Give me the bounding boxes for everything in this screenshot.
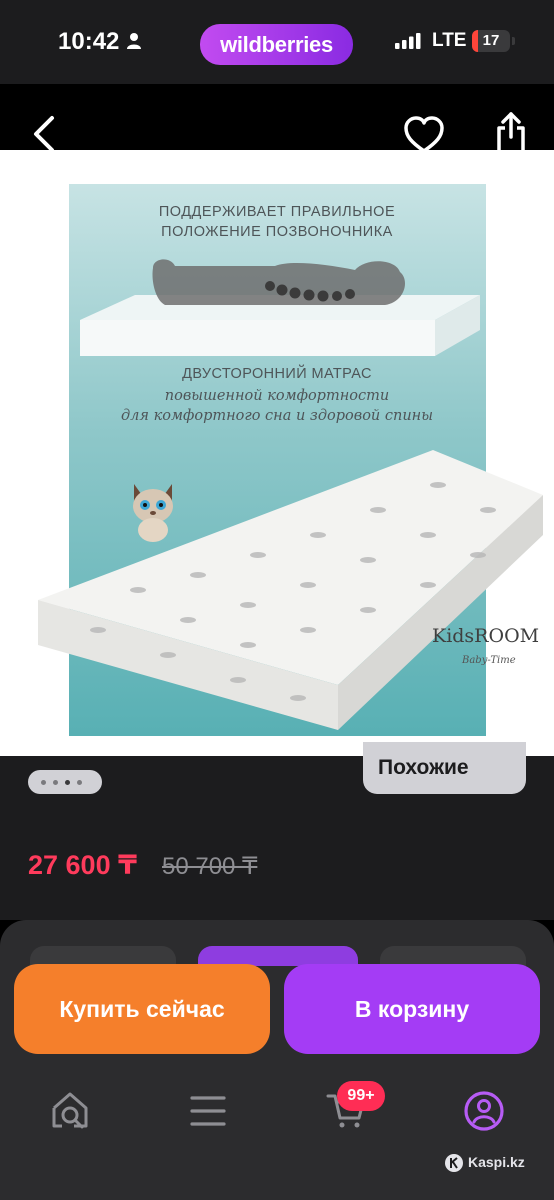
add-to-cart-label: В корзину <box>354 995 470 1022</box>
back-arrow-icon[interactable] <box>30 114 58 154</box>
gallery-pager[interactable] <box>28 770 102 794</box>
bottom-nav <box>0 1064 554 1200</box>
battery-nub <box>512 37 515 45</box>
home-search-icon[interactable] <box>50 1090 92 1132</box>
price-old: 50 700 ₸ <box>162 853 258 880</box>
signal-icon <box>395 33 421 49</box>
pager-dot-active <box>65 780 70 785</box>
banner-heading-line2: ПОЛОЖЕНИЕ ПОЗВОНОЧНИКА <box>161 224 393 240</box>
cart-badge: 99+ <box>337 1081 385 1111</box>
similar-button[interactable]: Похожие <box>363 742 526 794</box>
share-icon[interactable] <box>494 111 528 155</box>
battery-level: 17 <box>482 32 500 49</box>
add-to-cart-button[interactable]: В корзину <box>284 964 540 1054</box>
app-brand-pill: wildberries <box>200 24 353 65</box>
sheet-tab <box>380 946 526 966</box>
product-image-gallery[interactable]: ПОДДЕРЖИВАЕТ ПРАВИЛЬНОЕ ПОЛОЖЕНИЕ ПОЗВОН… <box>0 150 554 756</box>
banner-tagline: повышенной комфортности для комфортного … <box>0 386 554 426</box>
buy-now-label: Купить сейчас <box>59 995 225 1022</box>
menu-icon[interactable] <box>190 1094 226 1128</box>
banner-tagline-line2: для комфортного сна и здоровой спины <box>120 408 434 424</box>
buy-now-button[interactable]: Купить сейчас <box>14 964 270 1054</box>
kitten-illustration <box>133 484 173 542</box>
watermark: Kaspi.kz <box>468 1154 525 1170</box>
pager-dot <box>41 780 46 785</box>
banner-tagline-line1: повышенной комфортности <box>164 388 390 404</box>
product-top-nav <box>0 84 554 154</box>
person-icon <box>127 33 141 49</box>
sheet-tab-active <box>198 946 358 966</box>
similar-button-label: Похожие <box>378 756 469 779</box>
network-label: LTE <box>432 30 467 51</box>
pager-dot <box>77 780 82 785</box>
banner-heading-line1: ПОДДЕРЖИВАЕТ ПРАВИЛЬНОЕ <box>158 204 396 220</box>
price-current: 27 600 ₸ <box>28 850 137 880</box>
brand-logo-sub: Baby-Time <box>462 655 516 666</box>
spine-illustration <box>80 259 480 356</box>
sheet-tab <box>30 946 176 966</box>
banner-heading: ПОДДЕРЖИВАЕТ ПРАВИЛЬНОЕ ПОЛОЖЕНИЕ ПОЗВОН… <box>0 202 554 242</box>
banner-subheading: ДВУСТОРОННИЙ МАТРАС <box>182 366 372 382</box>
mattress-illustration <box>38 450 543 730</box>
app-brand-label: wildberries <box>220 31 333 57</box>
profile-icon[interactable] <box>463 1090 505 1132</box>
status-time: 10:42 <box>58 28 120 55</box>
battery-indicator: 17 <box>472 30 510 52</box>
kaspi-logo-icon <box>445 1154 463 1172</box>
brand-logo: KidsROOM <box>432 625 540 647</box>
heart-icon[interactable] <box>403 116 445 154</box>
pager-dot <box>53 780 58 785</box>
status-bar: 10:42 wildberries LTE 17 <box>0 0 554 84</box>
